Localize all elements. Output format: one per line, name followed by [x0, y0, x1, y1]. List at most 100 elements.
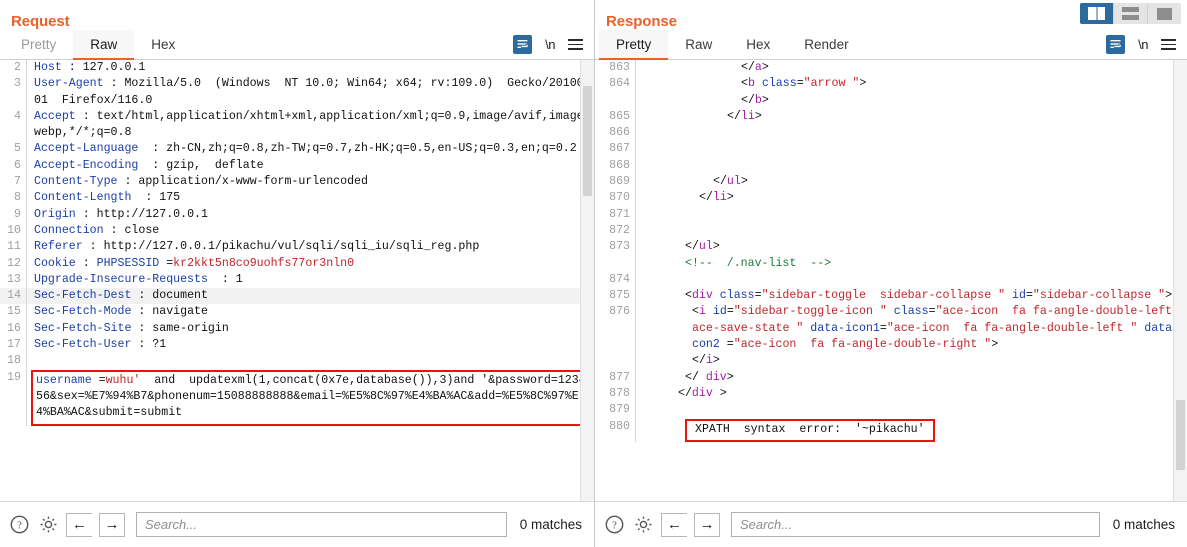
code-token: : Mozilla/5.0 (Windows NT 10.0; Win64; x… — [34, 77, 591, 107]
code-line: 866 — [595, 125, 1187, 142]
code-token: Referer — [34, 240, 83, 254]
code-line: 4 Accept : text/html,application/xhtml+xm… — [0, 108, 594, 142]
gear-icon[interactable] — [37, 514, 59, 536]
layout-horizontal-split-button[interactable] — [1114, 3, 1148, 24]
burp-repeater-window: Request Pretty Raw Hex \n 2 Host : 127.0… — [0, 0, 1187, 547]
code-token: </ — [727, 109, 741, 123]
code-token: zh-CN,zh;q=0.8,zh-TW;q=0.7,zh-HK;q=0.5,e… — [166, 142, 577, 156]
code-token: = — [726, 338, 734, 352]
code-line-content — [635, 222, 1187, 240]
code-token: "arrow " — [803, 77, 860, 91]
code-token: b — [747, 77, 755, 91]
response-tab-render[interactable]: Render — [787, 30, 865, 59]
request-search-input[interactable] — [136, 512, 507, 537]
code-line-content: <div class="sidebar-toggle sidebar-colla… — [635, 288, 1187, 305]
newline-toggle[interactable]: \n — [1138, 37, 1148, 52]
code-token: : — [82, 240, 104, 254]
request-match-count: 0 matches — [519, 517, 582, 532]
request-code-area[interactable]: 2 Host : 127.0.0.1 3 User-Agent : Mozilla/5… — [0, 60, 594, 501]
code-line: 869 </ul> — [595, 174, 1187, 191]
line-number: 875 — [609, 289, 630, 303]
word-wrap-icon[interactable] — [513, 35, 533, 54]
response-tab-hex[interactable]: Hex — [729, 30, 787, 59]
line-number: 7 — [14, 175, 21, 189]
line-number: 18 — [7, 354, 21, 368]
code-line: 878 </div > — [595, 385, 1187, 403]
code-token: > — [1165, 289, 1173, 303]
code-token: : same-origin — [131, 321, 229, 335]
code-line-content: </ div> — [635, 369, 1187, 386]
hamburger-menu-icon[interactable] — [1161, 39, 1176, 50]
code-token: class — [886, 305, 929, 319]
request-tab-raw[interactable]: Raw — [73, 30, 135, 60]
help-circle-icon[interactable]: ? — [603, 514, 625, 536]
code-token: ul — [726, 175, 741, 189]
code-line-content: </i> — [635, 353, 1187, 370]
code-token: < — [741, 77, 748, 91]
code-token: : document — [131, 289, 208, 303]
code-token: Sec-Fetch-Site — [34, 321, 132, 335]
code-line: 870 </li> — [595, 190, 1187, 207]
response-search-input[interactable] — [731, 512, 1100, 537]
request-tab-hex[interactable]: Hex — [134, 30, 192, 59]
line-number: 864 — [609, 77, 630, 91]
help-circle-icon[interactable]: ? — [8, 514, 30, 536]
code-token: <!-- /.nav-list --> — [685, 256, 832, 270]
line-number: 13 — [7, 272, 21, 286]
response-scrollbar-thumb[interactable] — [1176, 400, 1185, 470]
response-code-area[interactable]: 863 </a> 864 <b class="arrow "> </b> 865 </li>… — [595, 60, 1187, 501]
gear-icon[interactable] — [632, 514, 654, 536]
layout-single-pane-button[interactable] — [1148, 3, 1181, 24]
code-token: = — [1025, 289, 1033, 303]
code-token: : close — [103, 223, 160, 237]
code-token: Content-Length — [34, 191, 132, 205]
code-token: data-icon1 — [803, 321, 880, 335]
code-line-content: Connection : close — [26, 222, 594, 240]
code-token: < — [692, 305, 699, 319]
code-line-content: Origin : http://127.0.0.1 — [26, 206, 594, 223]
highlighted-request-body-row: 19 username =wuhu' and updatexml(1,concat… — [0, 369, 594, 426]
code-token: : 1 — [207, 272, 243, 286]
code-token: class — [754, 77, 797, 91]
code-token: : — [75, 256, 97, 270]
response-tab-raw[interactable]: Raw — [668, 30, 729, 59]
code-line: 15 Sec-Fetch-Mode : navigate — [0, 304, 594, 321]
request-scrollbar[interactable] — [580, 60, 594, 501]
line-number: 876 — [609, 305, 630, 319]
code-token: ul — [698, 240, 713, 254]
hamburger-menu-icon[interactable] — [568, 39, 583, 50]
newline-toggle[interactable]: \n — [545, 37, 555, 52]
code-token: Accept-Language — [34, 142, 139, 156]
code-token: </ — [692, 354, 706, 368]
code-line: 868 — [595, 157, 1187, 175]
code-token: Host — [34, 61, 62, 74]
response-code: 863 </a> 864 <b class="arrow "> </b> 865 </li>… — [595, 60, 1187, 442]
svg-text:?: ? — [17, 521, 22, 532]
search-next-button[interactable]: → — [694, 512, 720, 537]
code-line: 874 — [595, 271, 1187, 289]
request-code: 2 Host : 127.0.0.1 3 User-Agent : Mozilla/5… — [0, 60, 594, 426]
code-line: <!-- /.nav-list --> — [595, 255, 1187, 272]
code-line-content: Cookie : PHPSESSID =kr2kkt5n8co9uohfs77o… — [26, 255, 594, 272]
search-prev-button[interactable]: ← — [66, 512, 92, 537]
code-token: = — [754, 289, 762, 303]
request-scrollbar-thumb[interactable] — [583, 86, 592, 196]
code-token: : http://127.0.0.1 — [75, 207, 208, 221]
sqli-payload-highlight: username =wuhu' and updatexml(1,concat(0… — [31, 369, 594, 426]
code-line-content — [635, 206, 1187, 223]
code-token: > — [754, 109, 762, 123]
code-token: > — [712, 386, 727, 400]
code-token: li — [740, 109, 755, 123]
response-scrollbar[interactable] — [1173, 60, 1187, 501]
search-next-button[interactable]: → — [99, 512, 125, 537]
code-line-content: </a> — [635, 60, 1187, 77]
request-tab-pretty[interactable]: Pretty — [4, 30, 73, 59]
code-token: </ — [685, 370, 706, 384]
line-number: 19 — [7, 370, 21, 384]
layout-vertical-split-button[interactable] — [1080, 3, 1114, 24]
search-prev-button[interactable]: ← — [661, 512, 687, 537]
word-wrap-icon[interactable] — [1106, 35, 1126, 54]
single-pane-icon — [1157, 7, 1172, 20]
line-number: 870 — [609, 191, 630, 205]
response-tab-pretty[interactable]: Pretty — [599, 30, 669, 60]
